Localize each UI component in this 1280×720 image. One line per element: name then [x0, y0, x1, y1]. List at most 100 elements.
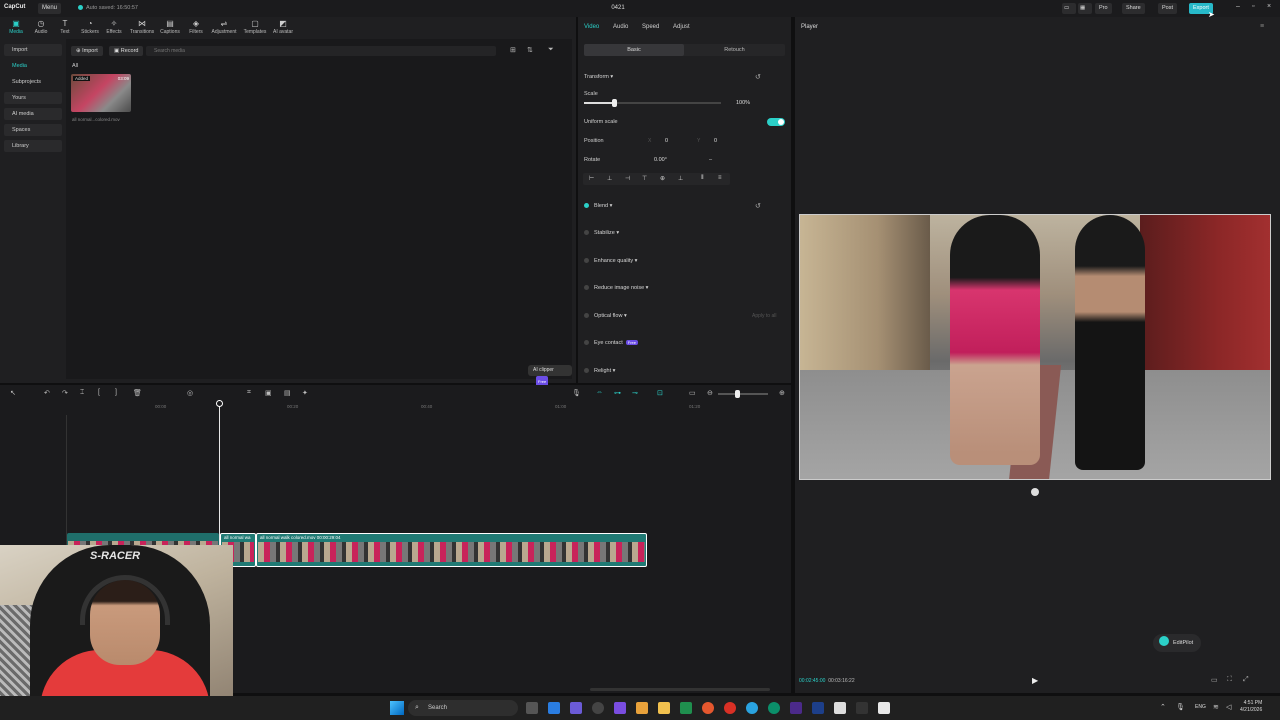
language-indicator[interactable]: ENG [1195, 704, 1206, 710]
zoom-fit-icon[interactable]: ⊡ [657, 389, 663, 397]
video-preview[interactable] [799, 214, 1271, 480]
app-icon-copilot[interactable] [614, 702, 626, 714]
align-right-icon[interactable]: ⊣ [625, 175, 630, 182]
minimize-icon[interactable]: – [1236, 3, 1240, 10]
app-icon-store[interactable] [570, 702, 582, 714]
uniform-scale-toggle[interactable] [767, 118, 785, 126]
import-button[interactable]: ⊕ Import [71, 46, 103, 56]
taskbar-clock[interactable]: 4:51 PM 4/21/2026 [1240, 700, 1262, 714]
scale-value[interactable]: 100% [736, 100, 750, 106]
tab-filters[interactable]: ◈ Filters [183, 19, 209, 35]
search-input[interactable]: Search media [146, 46, 496, 56]
editpilot-button[interactable]: EditPilot [1153, 634, 1202, 652]
align-bottom-icon[interactable]: ⊥ [678, 175, 683, 182]
transform-icon[interactable]: ▤ [284, 389, 291, 397]
tab-adjust[interactable]: Adjust [673, 24, 690, 30]
optical-flow-checkbox[interactable] [584, 313, 589, 318]
shortcuts-icon[interactable]: ▦ [1078, 3, 1092, 14]
sidebar-item-ai-media[interactable]: AI media [4, 108, 62, 120]
reduce-noise-checkbox[interactable] [584, 285, 589, 290]
tab-captions[interactable]: ▤ Captions [157, 19, 183, 35]
tab-video[interactable]: Video [584, 24, 599, 30]
relight-checkbox[interactable] [584, 368, 589, 373]
wifi-icon[interactable]: ≋ [1213, 703, 1219, 711]
app-icon-inkscape[interactable] [856, 702, 868, 714]
magic-icon[interactable]: ✦ [302, 389, 308, 397]
rotate-handle-icon[interactable] [1031, 488, 1039, 496]
align-center-icon[interactable]: ⊥ [607, 175, 612, 182]
tab-transitions[interactable]: ⋈ Transitions [129, 19, 155, 35]
freeze-icon[interactable]: ▣ [265, 389, 272, 397]
thumbnail-icon[interactable]: ▭ [689, 389, 696, 397]
sidebar-item-import[interactable]: Import [4, 44, 62, 56]
position-y-field[interactable]: 0 [714, 138, 717, 144]
segment-basic[interactable]: Basic [584, 44, 684, 56]
blend-checkbox[interactable] [584, 203, 589, 208]
undo-icon[interactable]: ↶ [44, 389, 50, 397]
layout-icon[interactable]: ▭ [1062, 3, 1076, 14]
app-icon-opera[interactable] [724, 702, 736, 714]
mask-icon[interactable]: ◎ [187, 389, 193, 397]
scale-slider[interactable] [584, 99, 721, 107]
app-icon-browser[interactable] [702, 702, 714, 714]
stabilize-section[interactable]: Stabilize ▾ [584, 230, 619, 236]
app-icon-excel[interactable] [680, 702, 692, 714]
select-tool-icon[interactable]: ↖ [10, 389, 16, 397]
share-button[interactable]: Share [1122, 3, 1145, 14]
position-x-field[interactable]: 0 [665, 138, 668, 144]
transform-section[interactable]: Transform ▾ [584, 74, 613, 80]
app-icon-explorer[interactable] [658, 702, 670, 714]
play-icon[interactable]: ▶ [1032, 676, 1038, 685]
app-icon-obs[interactable] [592, 702, 604, 714]
media-thumbnail[interactable]: Added 03:09 [71, 74, 131, 112]
app-icon-chrome[interactable] [636, 702, 648, 714]
ratio-icon[interactable]: ▭ [1211, 676, 1218, 684]
tab-effects[interactable]: ✧ Effects [101, 19, 127, 35]
tab-templates[interactable]: ▢ Templates [242, 19, 268, 35]
redo-icon[interactable]: ↷ [62, 389, 68, 397]
sidebar-item-media[interactable]: Media [4, 60, 62, 72]
sort-icon[interactable]: ⇅ [527, 46, 533, 54]
app-icon-green[interactable] [768, 702, 780, 714]
rotate-flip-button[interactable]: – [709, 157, 712, 163]
tab-inspector-audio[interactable]: Audio [613, 24, 628, 30]
align-top-icon[interactable]: ⊤ [642, 175, 647, 182]
windows-start-icon[interactable] [390, 701, 404, 715]
reset-icon[interactable]: ↺ [755, 73, 761, 81]
app-icon-lightroom[interactable] [812, 702, 824, 714]
relight-section[interactable]: Relight ▾ [584, 368, 615, 374]
enhance-quality-checkbox[interactable] [584, 258, 589, 263]
stabilize-checkbox[interactable] [584, 230, 589, 235]
eye-contact-section[interactable]: Eye contact Free [584, 340, 638, 346]
sidebar-item-library[interactable]: Library [4, 140, 62, 152]
sidebar-item-subprojects[interactable]: Subprojects [4, 76, 62, 88]
tab-ai-avatar[interactable]: ◩ AI avatar [270, 19, 296, 35]
tab-speed[interactable]: Speed [642, 24, 659, 30]
tray-chevron-icon[interactable]: ⌃ [1160, 703, 1166, 711]
zoom-out-icon[interactable]: ⊖ [707, 389, 713, 397]
view-toggle-icon[interactable]: ⊞ [510, 46, 516, 54]
blend-reset-icon[interactable]: ↺ [755, 202, 761, 210]
timeline-clip-selected[interactable]: all normal walk colored.mov 00:00:29:04 [256, 533, 647, 567]
task-view-icon[interactable] [526, 702, 538, 714]
delete-icon[interactable]: 🗑 [133, 389, 142, 397]
align-middle-icon[interactable]: ⊕ [660, 175, 665, 182]
optical-flow-section[interactable]: Optical flow ▾ [584, 313, 627, 319]
distribute-h-icon[interactable]: ⫴ [701, 175, 704, 182]
sidebar-item-yours[interactable]: Yours [4, 92, 62, 104]
timeline-scrollbar[interactable] [590, 688, 770, 691]
blend-section[interactable]: Blend ▾ [584, 203, 612, 209]
post-button[interactable]: Post [1158, 3, 1178, 14]
scale-slider-handle[interactable] [612, 99, 618, 107]
tab-stickers[interactable]: ◔ Stickers [77, 19, 103, 35]
app-icon-edge[interactable] [548, 702, 560, 714]
filter-icon[interactable]: ⏷ [548, 46, 554, 54]
reduce-noise-section[interactable]: Reduce image noise ▾ [584, 285, 648, 291]
fullscreen-icon[interactable]: ⤢ [1243, 676, 1249, 684]
rotate-field[interactable]: 0.00° [654, 157, 667, 163]
trim-left-icon[interactable]: [ [98, 389, 100, 396]
record-button[interactable]: ▣ Record [109, 46, 144, 56]
link-icon[interactable]: ⇔ [596, 389, 603, 396]
sidebar-item-spaces[interactable]: Spaces [4, 124, 62, 136]
align-left-icon[interactable]: ⊢ [589, 175, 594, 182]
